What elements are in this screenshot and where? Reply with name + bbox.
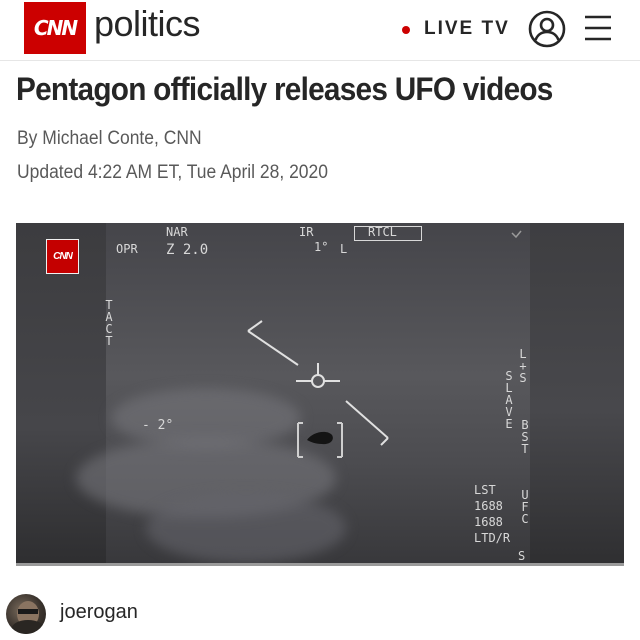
section-title[interactable]: politics [94,3,201,45]
avatar[interactable] [6,594,46,634]
video-player[interactable]: CNN NAR OPR Z 2.0 IR RTCL 1° L TACT - 2°… [16,223,624,564]
cnn-logo-text: CNN [33,16,78,40]
menu-icon[interactable] [584,14,612,42]
hud-reticle-overlay [247,230,522,458]
video-progress-bar[interactable] [16,563,624,566]
post-username[interactable]: joerogan [60,601,138,624]
header-divider [0,60,640,61]
avatar-photo [12,601,44,634]
account-icon[interactable] [527,9,567,49]
article-timestamp: Updated 4:22 AM ET, Tue April 28, 2020 [17,162,328,183]
live-tv-link[interactable]: LIVE TV [424,18,510,40]
cnn-logo[interactable]: CNN [24,2,86,54]
article-byline: By Michael Conte, CNN [17,128,202,149]
article-headline: Pentagon officially releases UFO videos [16,71,553,107]
live-indicator-dot [402,26,410,34]
site-header: CNN politics LIVE TV [0,0,640,58]
